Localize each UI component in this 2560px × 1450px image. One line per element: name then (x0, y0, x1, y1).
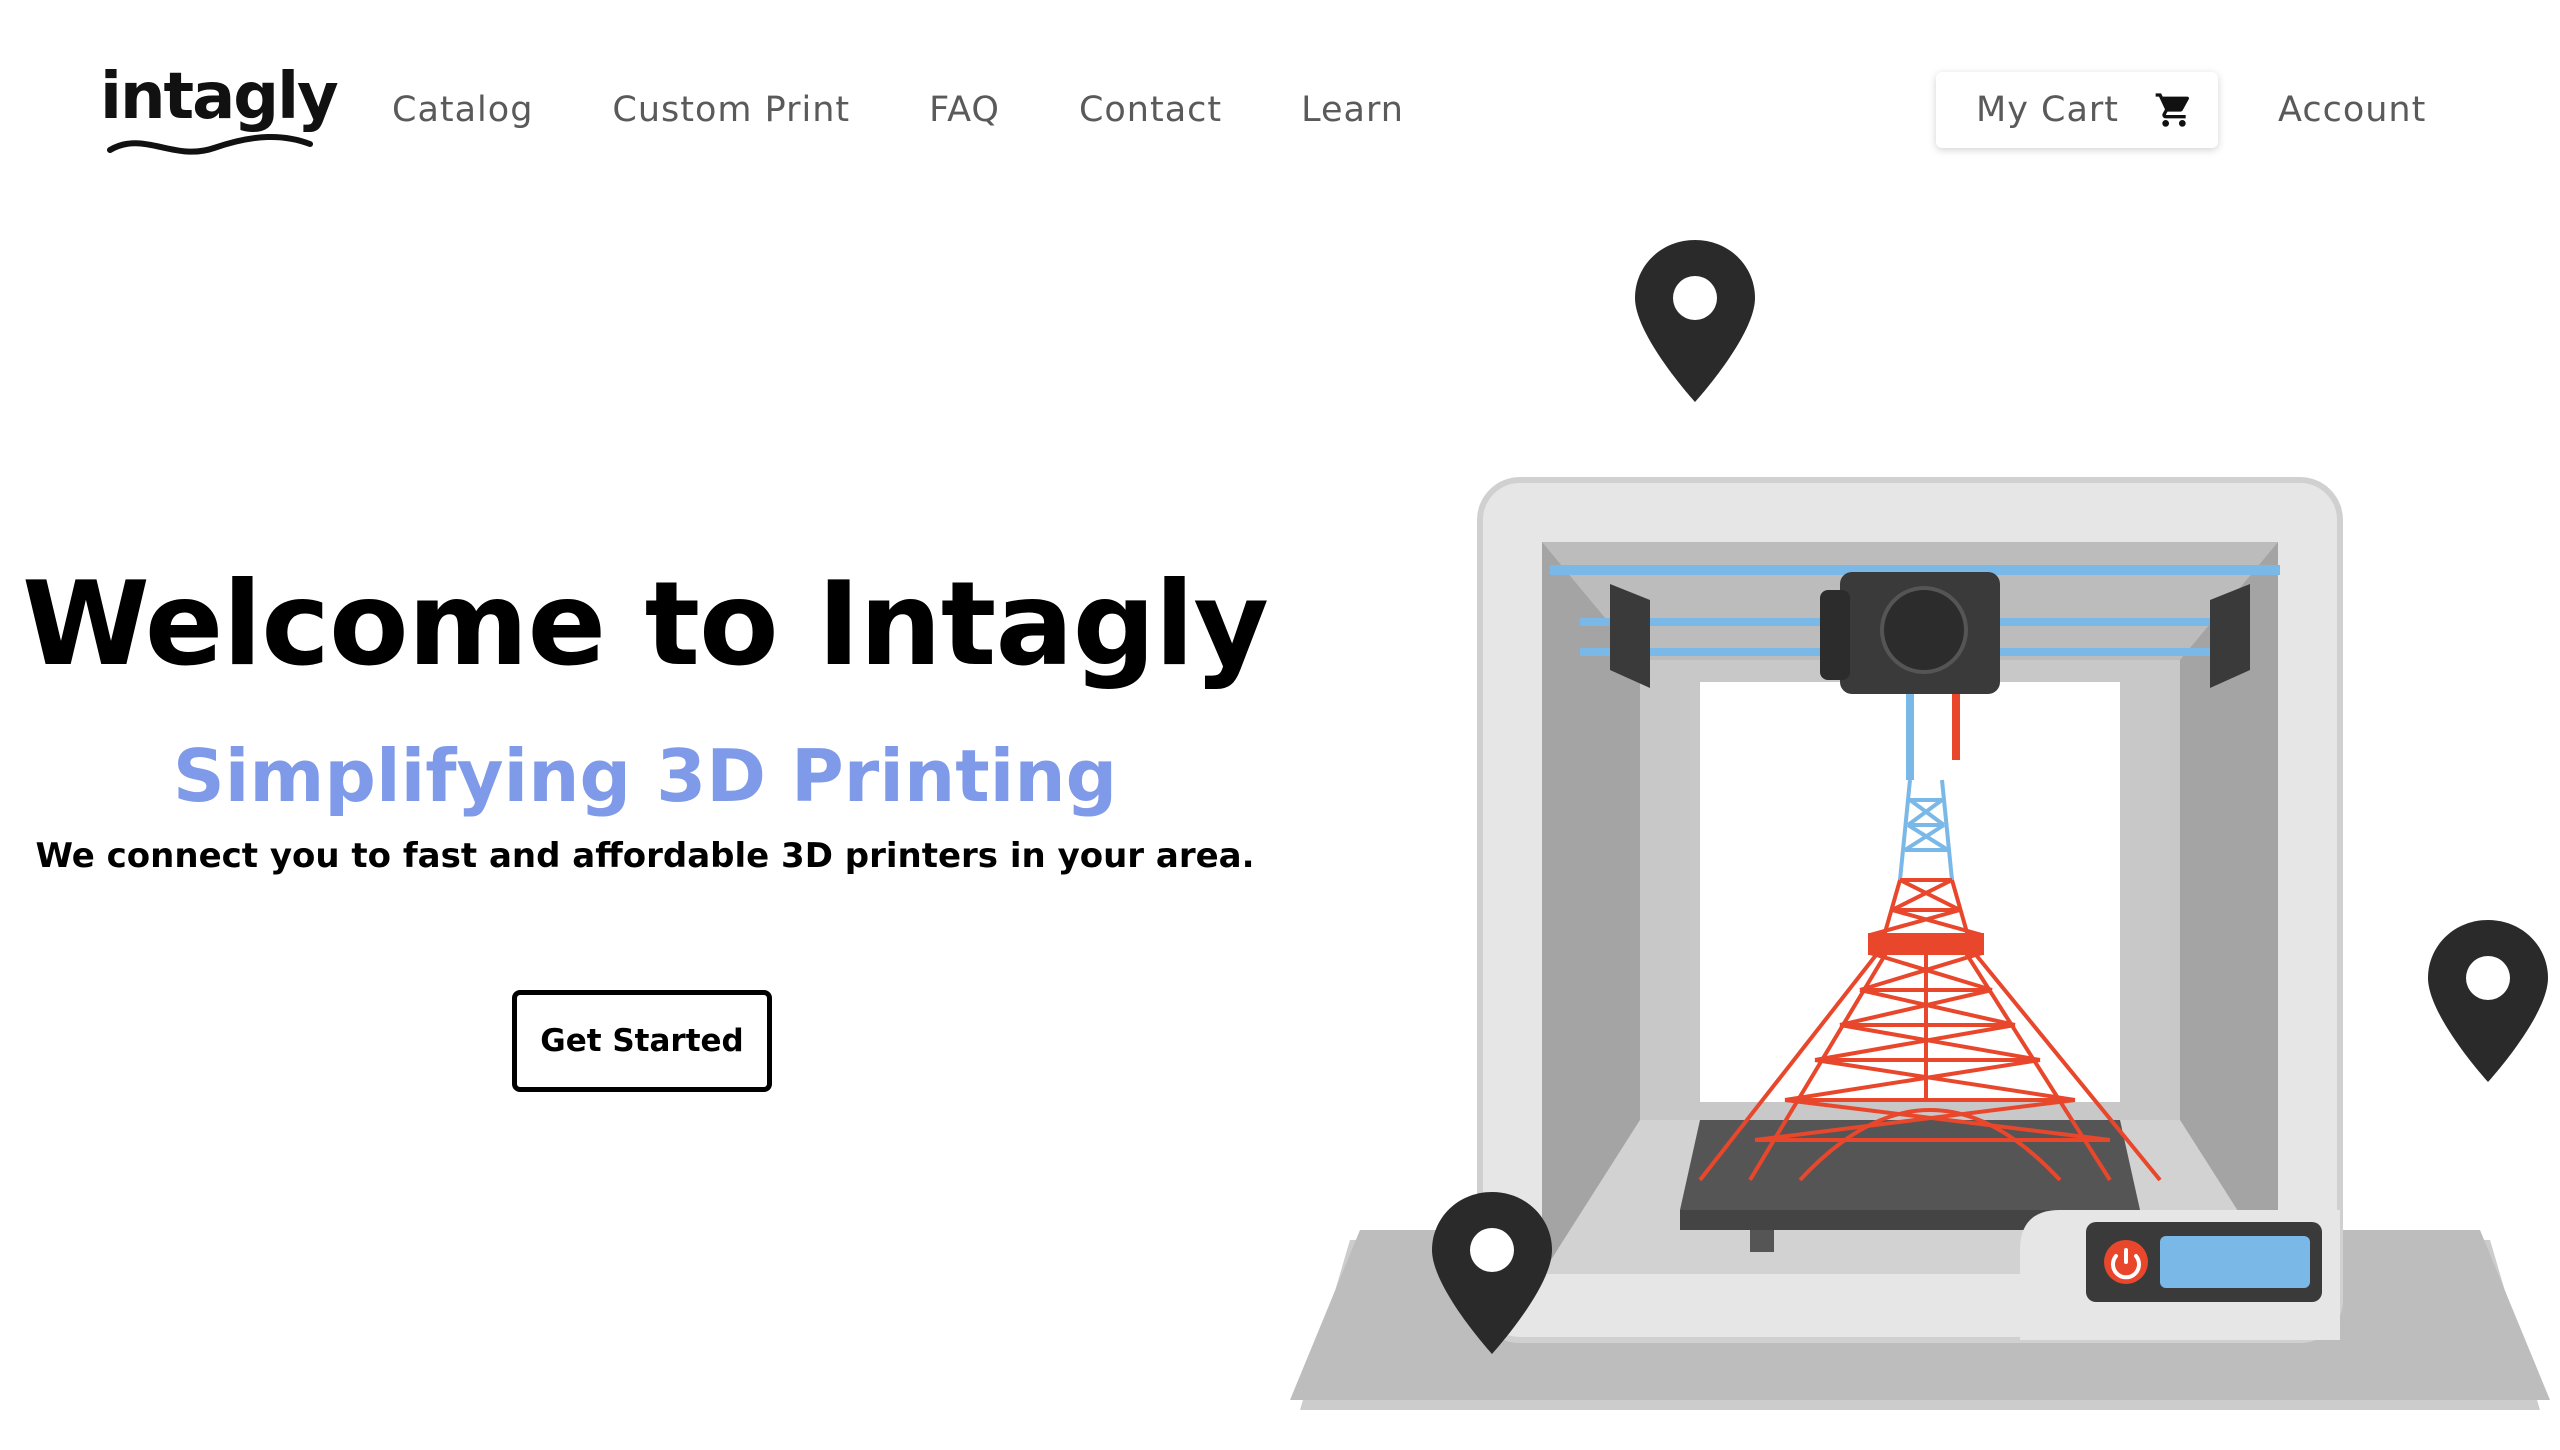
nav-catalog[interactable]: Catalog (392, 90, 533, 130)
print-head-fan (1880, 586, 1968, 674)
main-nav: Catalog Custom Print FAQ Contact Learn (392, 80, 1483, 140)
get-started-button[interactable]: Get Started (512, 990, 772, 1092)
nav-faq[interactable]: FAQ (929, 90, 1000, 130)
account-link[interactable]: Account (2278, 80, 2426, 140)
nav-contact[interactable]: Contact (1079, 90, 1222, 130)
nav-custom-print[interactable]: Custom Print (612, 90, 850, 130)
cart-label: My Cart (1976, 90, 2120, 130)
map-pin-icon (2428, 920, 2548, 1082)
hero-title: Welcome to Intagly (21, 557, 1269, 692)
gantry-right-bracket (2210, 584, 2250, 688)
hero-subtitle: Simplifying 3D Printing (172, 734, 1118, 818)
gantry-left-bracket (1610, 584, 1650, 688)
nav-learn[interactable]: Learn (1301, 90, 1404, 130)
landing-page: intagly Catalog Custom Print FAQ Contact… (0, 0, 2560, 1450)
intagly-logo[interactable]: intagly (100, 52, 339, 164)
shopping-cart-icon (2155, 93, 2190, 127)
control-display (2160, 1236, 2310, 1288)
my-cart-button[interactable]: My Cart (1936, 72, 2218, 148)
3d-printer-illustration (1290, 240, 2550, 1410)
logo-swoosh-icon (107, 133, 313, 155)
hero-tagline: We connect you to fast and affordable 3D… (35, 836, 1255, 876)
map-pin-icon (1635, 240, 1755, 402)
